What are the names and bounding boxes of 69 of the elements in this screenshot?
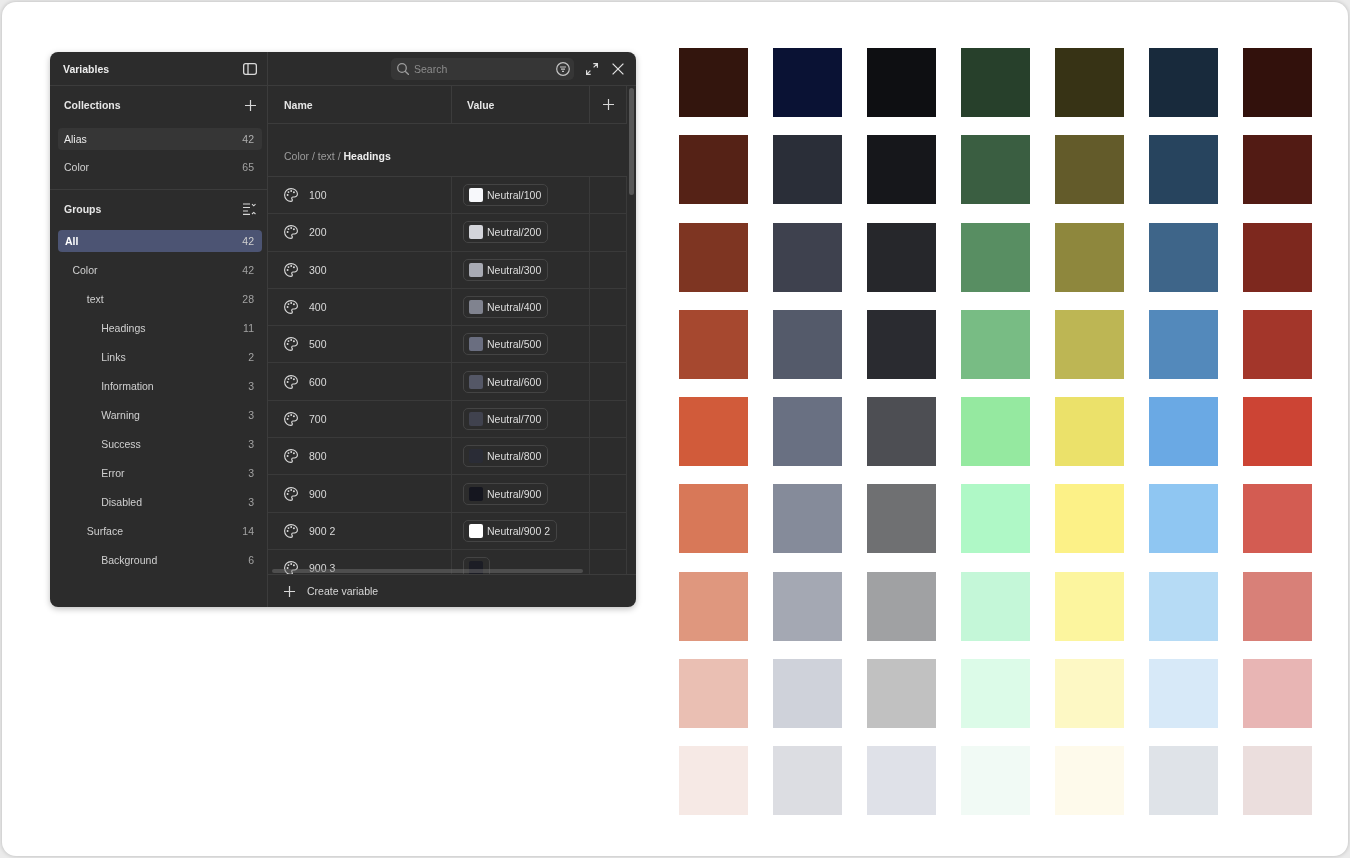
filter-button[interactable]: [551, 57, 574, 80]
palette-icon: [284, 523, 298, 538]
value-chip[interactable]: Neutral/400: [463, 296, 549, 319]
section-title: Collections: [64, 99, 121, 111]
plus-icon: [284, 585, 295, 597]
plus-icon: [602, 99, 614, 110]
group-item[interactable]: Warning 3: [58, 404, 262, 426]
palette-icon: [284, 337, 298, 352]
palette-icon: [284, 374, 298, 389]
value-chip[interactable]: Neutral/300: [463, 258, 549, 281]
create-variable-button[interactable]: Create variable: [284, 585, 379, 597]
add-variable-button[interactable]: [602, 99, 614, 110]
palette-icon: [284, 411, 298, 426]
variable-name: 700: [309, 412, 327, 425]
value-chip[interactable]: Neutral/800: [463, 445, 549, 468]
palette-icon: [284, 225, 298, 240]
group-item[interactable]: Success 3: [58, 433, 262, 455]
close-icon: [612, 62, 624, 75]
variable-name: 900 2: [309, 524, 336, 537]
list-chevrons-icon: [243, 203, 256, 215]
group-item[interactable]: All 42: [58, 230, 262, 252]
group-item[interactable]: Background 6: [58, 549, 262, 571]
group-item[interactable]: Color 42: [58, 259, 262, 281]
group-item[interactable]: Links 2: [58, 346, 262, 368]
column-header: Name: [268, 86, 452, 123]
value-chip[interactable]: Neutral/100: [463, 184, 549, 207]
column-header: Value: [452, 86, 590, 123]
value-chip[interactable]: Neutral/500: [463, 333, 549, 356]
variable-name: 100: [309, 189, 327, 202]
group-item[interactable]: text 28: [58, 288, 262, 310]
value-chip[interactable]: Neutral/700: [463, 407, 549, 430]
palette-icon: [284, 300, 298, 315]
filter-icon: [555, 61, 570, 76]
collection-item[interactable]: Alias 42: [58, 128, 262, 150]
sidebar-icon: [243, 62, 257, 75]
variable-name: 300: [309, 263, 327, 276]
variable-name: 800: [309, 450, 327, 463]
search-field[interactable]: Search: [391, 57, 551, 80]
value-chip[interactable]: Neutral/900 2: [463, 519, 558, 542]
palette-icon: [284, 449, 298, 464]
plus-icon: [245, 99, 256, 111]
group-item[interactable]: Disabled 3: [58, 491, 262, 513]
expand-button[interactable]: [584, 60, 600, 77]
collapse-groups-button[interactable]: [243, 203, 256, 215]
palette-icon: [284, 188, 298, 203]
variable-name: 400: [309, 301, 327, 314]
variable-name: 900 3: [309, 562, 336, 574]
variable-name: 900: [309, 487, 327, 500]
vertical-scrollbar[interactable]: [629, 88, 634, 195]
group-item[interactable]: Information 3: [58, 375, 262, 397]
collection-item[interactable]: Color 65: [58, 156, 262, 178]
toggle-sidebar-button[interactable]: [243, 62, 257, 75]
variable-name: 200: [309, 226, 327, 239]
group-item[interactable]: Surface 14: [58, 520, 262, 542]
panel-title: Variables: [63, 62, 110, 75]
palette-icon: [284, 486, 298, 501]
value-chip[interactable]: Neutral/600: [463, 370, 549, 393]
value-chip[interactable]: Neutral/200: [463, 221, 549, 244]
group-path: Color / text / Headings: [284, 150, 391, 162]
section-title: Groups: [64, 203, 102, 215]
variable-name: 600: [309, 375, 327, 388]
expand-icon: [586, 62, 598, 75]
palette-icon: [284, 262, 298, 277]
palette-icon: [284, 561, 298, 574]
value-chip[interactable]: Neutral/900: [463, 482, 549, 505]
group-item[interactable]: Error 3: [58, 462, 262, 484]
group-item[interactable]: Headings 11: [58, 317, 262, 339]
add-collection-button[interactable]: [245, 99, 256, 111]
variable-name: 500: [309, 338, 327, 351]
